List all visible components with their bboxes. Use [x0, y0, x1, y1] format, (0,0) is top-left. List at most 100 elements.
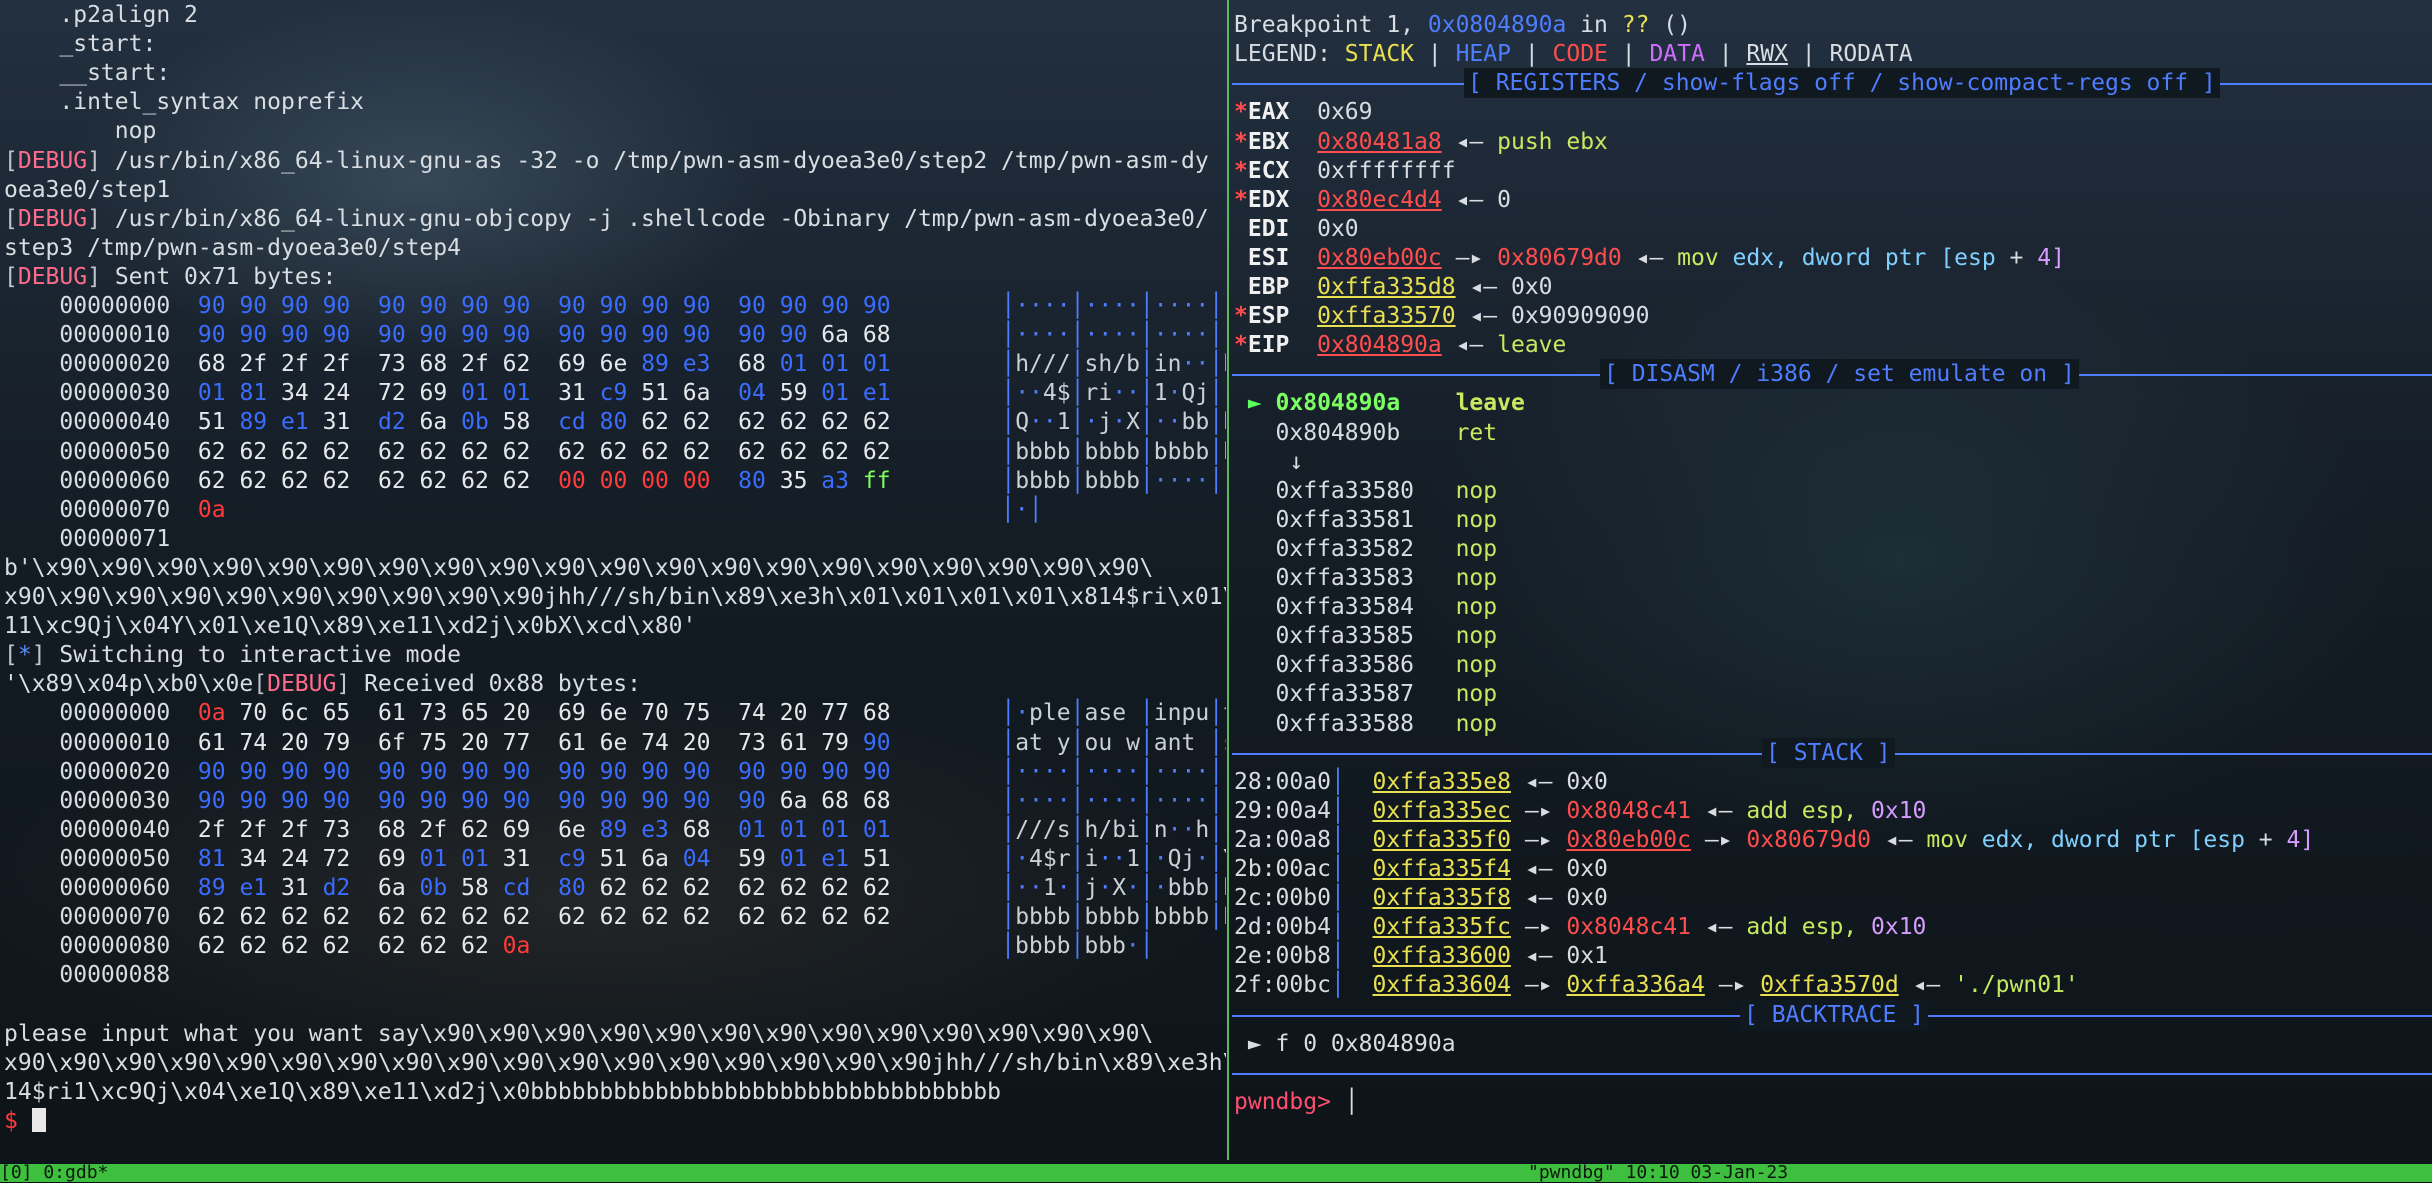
- hexdump-offset: 00000080: [4, 933, 198, 960]
- pwndbg-prompt-line: pwndbg> │: [1232, 1087, 1359, 1117]
- legend-stack: STACK: [1344, 41, 1415, 68]
- disasm-address: 0xffa33584: [1275, 594, 1456, 621]
- disasm-address: 0xffa33586: [1275, 652, 1456, 679]
- hexdump-bytes: 61 74 20 79 6f 75 20 77 61 6e 74 20 73 6…: [197, 729, 891, 756]
- register-modified-marker: [1234, 216, 1248, 242]
- register-value: 0x804890a: [1317, 332, 1442, 359]
- stack-entry: 2c:00b0│ 0xffa335f8 ◂— 0x0: [1232, 883, 1608, 913]
- register-ebp: EBP 0xffa335d8 ◂— 0x0: [1232, 272, 1553, 302]
- breakpoint-suffix: (): [1649, 12, 1691, 39]
- disasm-line: 0xffa33586 nop: [1232, 650, 1498, 680]
- hexdump-offset: 00000020: [4, 758, 198, 785]
- disasm-instruction: nop: [1455, 565, 1498, 592]
- register-edi: EDI 0x0: [1232, 214, 1359, 244]
- breakpoint-in: in: [1566, 12, 1622, 39]
- register-value: 0xffa335d8: [1317, 274, 1456, 301]
- recv-hexdump-row: 00000000 0a 70 6c 65 61 73 65 20 69 6e 7…: [0, 698, 1226, 728]
- text-cursor[interactable]: [31, 1107, 46, 1132]
- hexdump-gap: [891, 875, 1002, 901]
- hexdump-offset: 00000040: [4, 409, 198, 436]
- hexdump-gap: [891, 846, 1002, 872]
- hexdump-bytes: 0a: [197, 496, 226, 523]
- hexdump-ascii: │·ple│ase │inpu│t wh: [1001, 700, 1226, 727]
- hexdump-ascii: │····│····│····│··jh: [1001, 322, 1226, 349]
- hexdump-ascii: │bbbb│bbbb│bbbb│bbbb: [1001, 904, 1226, 931]
- disasm-marker: ►: [1234, 390, 1276, 417]
- hexdump-ascii: │at y│ou w│ant │say·: [1001, 729, 1226, 756]
- disasm-line: 0xffa33581 nop: [1232, 505, 1498, 535]
- hexdump-bytes: 62 62 62 62 62 62 62 62 00 00 00 00 80 3…: [197, 467, 891, 494]
- info-bracket: ]: [31, 642, 60, 669]
- legend-sep: |: [1414, 41, 1456, 68]
- register-deref: —▸ 0x80679d0 ◂— mov edx, dword ptr [esp …: [1441, 244, 2065, 271]
- info-message: Switching to interactive mode: [59, 642, 461, 669]
- stack-deref: ◂— 0x1: [1510, 943, 1608, 970]
- recv-hexdump-row: 00000070 62 62 62 62 62 62 62 62 62 62 6…: [0, 902, 1226, 932]
- legend-sep: |: [1704, 41, 1747, 68]
- hexdump-offset: 00000010: [4, 729, 198, 756]
- hexdump-offset: 00000060: [4, 467, 198, 494]
- stack-address: 0xffa33604: [1372, 972, 1511, 999]
- disasm-marker: [1234, 536, 1276, 562]
- asm-text: __start:: [4, 60, 171, 87]
- register-name: EDX: [1247, 186, 1318, 213]
- terminal-pane-left[interactable]: .p2align 2 _start: __start: .intel_synta…: [0, 0, 1226, 1160]
- debug-bracket: ]: [87, 147, 115, 174]
- hexdump-bytes: 68 2f 2f 2f 73 68 2f 62 69 6e 89 e3 68 0…: [197, 351, 891, 378]
- hexdump-ascii: │///s│h/bi│n··h│····: [1001, 816, 1226, 843]
- stack-index: 2f:00bc: [1234, 972, 1331, 999]
- hexdump-offset: 00000070: [4, 496, 198, 523]
- sent-hexdump-row: 00000071: [0, 524, 198, 554]
- sent-hexdump-row: 00000060 62 62 62 62 62 62 62 62 00 00 0…: [0, 466, 1226, 496]
- hexdump-ascii: │·4$r│i··1│·Qj·│Y··Q: [1001, 845, 1226, 872]
- hexdump-ascii: │··4$│ri··│1·Qj│·Y··: [1001, 380, 1226, 407]
- asm-source-line: .intel_syntax noprefix: [0, 87, 364, 117]
- disasm-instruction: ret: [1455, 419, 1498, 446]
- disasm-line: ↓: [1232, 447, 1469, 477]
- info-bracket: [: [4, 642, 18, 669]
- register-eax: *EAX 0x69: [1232, 97, 1373, 127]
- disasm-address: ↓: [1289, 448, 1470, 475]
- debug-tag: DEBUG: [17, 147, 88, 174]
- register-name: EBX: [1247, 128, 1318, 155]
- sent-hexdump-row: 00000020 68 2f 2f 2f 73 68 2f 62 69 6e 8…: [0, 349, 1226, 379]
- disasm-address: 0xffa33580: [1275, 477, 1456, 504]
- register-value: 0x69: [1317, 99, 1373, 126]
- wrap-text: step3 /tmp/pwn-asm-dyoea3e0/step4: [4, 234, 461, 261]
- register-deref: ◂— 0x90909090: [1455, 303, 1650, 330]
- hexdump-gap: [891, 380, 1002, 406]
- wrap-text: oea3e0/step1: [4, 176, 171, 203]
- wrap-line: step3 /tmp/pwn-asm-dyoea3e0/step4: [0, 233, 461, 263]
- hexdump-bytes: 89 e1 31 d2 6a 0b 58 cd 80 62 62 62 62 6…: [197, 875, 891, 901]
- disasm-instruction: nop: [1455, 681, 1498, 708]
- hexdump-offset: 00000050: [4, 438, 198, 465]
- stack-address: 0xffa33600: [1372, 943, 1511, 970]
- ascii-border: │: [1001, 816, 1016, 843]
- hexdump-offset: 00000000: [4, 293, 198, 319]
- prompt-cursor[interactable]: │: [1345, 1089, 1359, 1115]
- register-deref: ◂— leave: [1441, 332, 1567, 359]
- debug-bracket: [: [4, 205, 18, 232]
- disasm-line: 0xffa33584 nop: [1232, 592, 1498, 622]
- terminal-pane-right-pwndbg[interactable]: Breakpoint 1, 0x0804890a in ?? () LEGEND:…: [1232, 0, 2432, 1160]
- recv-hexdump-row: 00000010 61 74 20 79 6f 75 20 77 61 6e 7…: [0, 728, 1226, 758]
- hexdump-bytes: 81 34 24 72 69 01 01 31 c9 51 6a 04 59 0…: [197, 845, 891, 872]
- ascii-border: │: [1001, 875, 1016, 901]
- hexdump-ascii: │Q··1│·j·X│··bb│bbbb: [1001, 409, 1226, 436]
- ascii-border: │: [1001, 904, 1016, 931]
- pane-divider[interactable]: [1227, 0, 1229, 1160]
- stack-deref: —▸ 0x8048c41 ◂— add esp, 0x10: [1510, 797, 1927, 824]
- breakpoint-address: 0x0804890a: [1427, 12, 1567, 39]
- program-output-line: x90\x90\x90\x90\x90\x90\x90\x90\x90\x90\…: [0, 1048, 1226, 1078]
- register-name: EDI: [1247, 215, 1318, 242]
- debug-line-as: [DEBUG] /usr/bin/x86_64-linux-gnu-as -32…: [0, 146, 1209, 176]
- stack-entry: 29:00a4│ 0xffa335ec —▸ 0x8048c41 ◂— add …: [1232, 796, 1926, 826]
- disasm-marker: [1234, 711, 1276, 737]
- register-value: 0xffa33570: [1317, 303, 1456, 330]
- stack-deref: —▸ 0x80eb00c —▸ 0x80679d0 ◂— mov edx, dw…: [1510, 826, 2315, 853]
- stack-deref: ◂— 0x0: [1510, 768, 1608, 795]
- asm-source-line: __start:: [0, 58, 170, 88]
- disasm-instruction: leave: [1455, 390, 1525, 417]
- hexdump-bytes: 51 89 e1 31 d2 6a 0b 58 cd 80 62 62 62 6…: [197, 409, 891, 436]
- hexdump-bytes: 0a 70 6c 65 61 73 65 20 69 6e 70 75 74 2…: [197, 700, 891, 727]
